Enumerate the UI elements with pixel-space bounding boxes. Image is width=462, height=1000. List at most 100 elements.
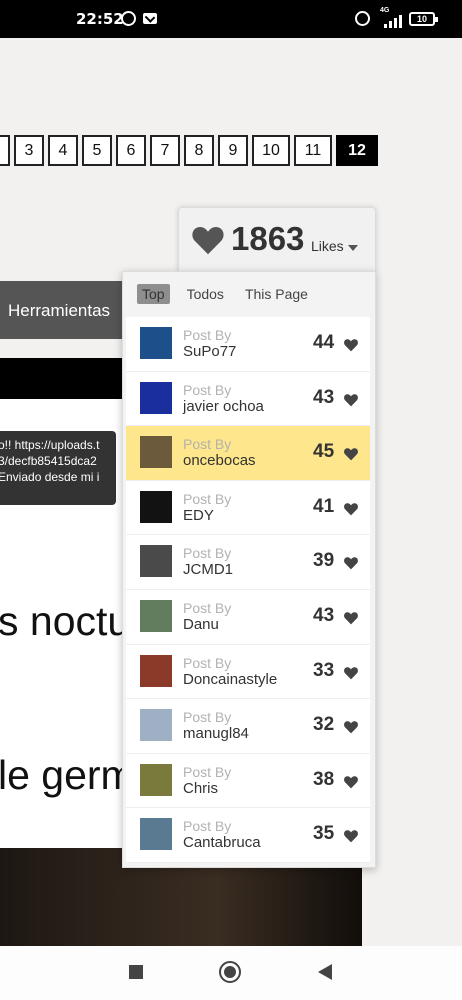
post-by-label: Post By xyxy=(183,327,232,343)
heart-icon xyxy=(344,339,358,352)
likes-list: Post By SuPo77 44 Post By javier ochoa 43 Post… xyxy=(126,317,370,863)
page-12[interactable]: 12 xyxy=(336,135,378,166)
heart-icon xyxy=(192,227,224,255)
avatar xyxy=(140,599,172,632)
tab-todos[interactable]: Todos xyxy=(183,284,228,304)
page-3[interactable]: 3 xyxy=(14,135,44,166)
signal-icon xyxy=(384,14,404,28)
tooltip: o!! https://uploads.t 3/decfb85415dca2 E… xyxy=(0,431,116,505)
page-10[interactable]: 10 xyxy=(252,135,290,166)
post-by-label: Post By xyxy=(183,599,232,616)
tooltip-line: o!! https://uploads.t xyxy=(0,438,100,452)
avatar xyxy=(140,436,172,469)
post-by-label: Post By xyxy=(183,436,232,453)
status-time: 22:52 xyxy=(76,10,124,28)
battery-icon: 10 xyxy=(409,12,438,26)
like-score: 43 xyxy=(313,386,335,408)
username[interactable]: Cantabruca xyxy=(183,834,261,851)
heart-icon xyxy=(344,393,358,406)
list-item[interactable]: Post By manugl84 32 xyxy=(126,699,370,754)
page-9[interactable]: 9 xyxy=(218,135,248,166)
menu-herramientas[interactable]: Herramientas xyxy=(8,301,110,321)
list-item[interactable]: Post By oncebocas 45 xyxy=(126,426,370,481)
username[interactable]: Chris xyxy=(183,780,218,797)
avatar xyxy=(140,709,172,742)
alarm-icon xyxy=(355,11,370,26)
avatar xyxy=(140,763,172,796)
home-icon[interactable] xyxy=(219,961,241,983)
username[interactable]: SuPo77 xyxy=(183,343,236,360)
page-partial[interactable] xyxy=(0,135,10,166)
network-type: 4G xyxy=(380,7,390,14)
post-by-label: Post By xyxy=(183,381,232,398)
list-item[interactable]: Post By Chris 38 xyxy=(126,753,370,809)
username[interactable]: Doncainastyle xyxy=(183,671,277,688)
list-item[interactable]: Post By Danu 43 xyxy=(126,589,370,645)
like-score: 43 xyxy=(313,604,335,626)
like-score: 35 xyxy=(313,823,335,845)
username[interactable]: oncebocas xyxy=(183,452,256,469)
heart-icon xyxy=(344,830,358,843)
navigation-bar xyxy=(0,946,462,1000)
username[interactable]: javier ochoa xyxy=(183,398,264,415)
pagination: 3 4 5 6 7 8 9 10 11 12 xyxy=(0,135,378,166)
page-7[interactable]: 7 xyxy=(150,135,180,166)
list-item[interactable]: Post By javier ochoa 43 xyxy=(126,371,370,427)
page-11[interactable]: 11 xyxy=(294,135,332,166)
username[interactable]: EDY xyxy=(183,507,214,524)
tab-top[interactable]: Top xyxy=(137,284,170,304)
page-5[interactable]: 5 xyxy=(82,135,112,166)
username[interactable]: JCMD1 xyxy=(183,561,233,578)
post-by-label: Post By xyxy=(183,654,232,671)
like-score: 45 xyxy=(313,441,335,463)
post-by-label: Post By xyxy=(183,763,232,780)
caret-down-icon[interactable] xyxy=(348,245,358,251)
heart-icon xyxy=(344,612,358,625)
tab-this-page[interactable]: This Page xyxy=(241,284,312,304)
page-4[interactable]: 4 xyxy=(48,135,78,166)
like-score: 44 xyxy=(313,332,335,353)
list-item[interactable]: Post By Cantabruca 35 xyxy=(126,808,370,863)
page-6[interactable]: 6 xyxy=(116,135,146,166)
like-score: 32 xyxy=(313,714,335,736)
heart-icon xyxy=(344,557,358,570)
menu-bar[interactable]: Herramientas xyxy=(0,281,140,339)
heart-icon xyxy=(344,775,358,789)
tooltip-line: Enviado desde mi i xyxy=(0,470,100,484)
mail-icon xyxy=(143,13,157,24)
avatar xyxy=(140,327,172,359)
list-item[interactable]: Post By SuPo77 44 xyxy=(126,317,370,372)
likes-tabs: Top Todos This Page xyxy=(137,284,325,304)
avatar xyxy=(140,654,172,687)
back-icon[interactable] xyxy=(318,964,332,980)
post-heading: le germ xyxy=(0,752,135,798)
avatar xyxy=(140,381,172,414)
like-score: 33 xyxy=(313,659,335,681)
list-item[interactable]: Post By JCMD1 39 xyxy=(126,535,370,590)
avatar xyxy=(140,545,172,578)
like-score: 38 xyxy=(313,768,335,790)
likes-count: 1863 xyxy=(231,220,305,257)
likes-panel: Top Todos This Page Post By SuPo77 44 Post By… xyxy=(122,271,376,868)
post-by-label: Post By xyxy=(183,545,232,562)
post-by-label: Post By xyxy=(183,709,232,726)
tooltip-line: 3/decfb85415dca2 xyxy=(0,454,97,468)
whatsapp-icon xyxy=(121,11,136,26)
like-score: 41 xyxy=(313,495,335,517)
page-8[interactable]: 8 xyxy=(184,135,214,166)
list-item[interactable]: Post By EDY 41 xyxy=(126,480,370,536)
recent-apps-icon[interactable] xyxy=(129,965,143,979)
likes-header[interactable]: 1863 Likes xyxy=(178,207,376,273)
username[interactable]: Danu xyxy=(183,616,219,633)
heart-icon xyxy=(344,503,358,516)
list-item[interactable]: Post By Doncainastyle 33 xyxy=(126,644,370,700)
avatar xyxy=(140,818,172,851)
status-bar: 22:52 4G 10 xyxy=(0,0,462,38)
post-by-label: Post By xyxy=(183,490,232,507)
post-by-label: Post By xyxy=(183,818,232,835)
username[interactable]: manugl84 xyxy=(183,725,249,742)
post-heading: s noctu xyxy=(0,598,131,644)
avatar xyxy=(140,490,172,523)
heart-icon xyxy=(344,448,358,461)
heart-icon xyxy=(344,666,358,679)
